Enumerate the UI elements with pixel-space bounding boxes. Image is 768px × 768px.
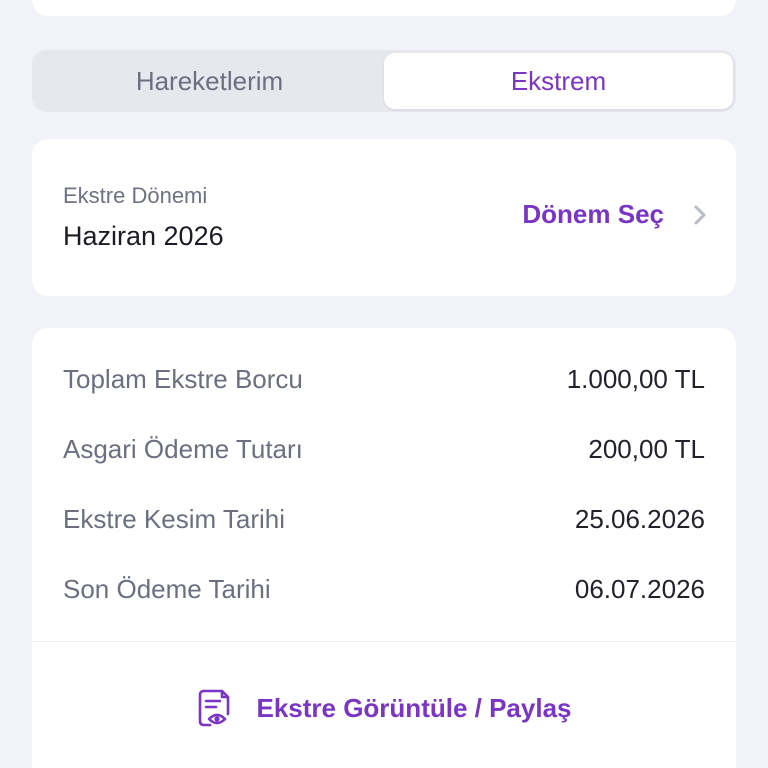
- top-card: [32, 0, 736, 16]
- statement-date-value: 25.06.2026: [574, 503, 705, 534]
- period-label: Ekstre Dönemi: [63, 183, 208, 208]
- summary-row: Asgari Ödeme Tutarı 200,00 TL: [63, 431, 705, 467]
- divider: [32, 641, 736, 642]
- due-date-label: Son Ödeme Tarihi: [63, 573, 271, 604]
- summary-row: Ekstre Kesim Tarihi 25.06.2026: [63, 501, 705, 537]
- summary-row: Toplam Ekstre Borcu 1.000,00 TL: [63, 361, 705, 397]
- minimum-payment-value: 200,00 TL: [588, 433, 705, 464]
- tab-ekstrem[interactable]: Ekstrem: [384, 53, 733, 109]
- minimum-payment-label: Asgari Ödeme Tutarı: [63, 433, 303, 464]
- chevron-right-icon: [694, 205, 706, 224]
- tab-hareketlerim[interactable]: Hareketlerim: [35, 53, 384, 109]
- due-date-value: 06.07.2026: [574, 573, 705, 604]
- view-share-statement-label: Ekstre Görüntüle / Paylaş: [256, 692, 572, 723]
- select-period-label: Dönem Seç: [522, 199, 664, 229]
- total-debt-label: Toplam Ekstre Borcu: [63, 363, 303, 394]
- statement-summary-card: Toplam Ekstre Borcu 1.000,00 TL Asgari Ö…: [32, 328, 736, 768]
- statement-date-label: Ekstre Kesim Tarihi: [63, 503, 286, 534]
- summary-row: Son Ödeme Tarihi 06.07.2026: [63, 571, 705, 607]
- statement-view-icon: [199, 689, 230, 727]
- period-value: Haziran 2026: [63, 221, 224, 251]
- total-debt-value: 1.000,00 TL: [566, 363, 705, 394]
- tab-switcher: Hareketlerim Ekstrem: [32, 50, 736, 112]
- statement-screen: Hareketlerim Ekstrem Ekstre Dönemi Hazir…: [0, 0, 768, 768]
- statement-period-card: Ekstre Dönemi Haziran 2026 Dönem Seç: [32, 139, 736, 296]
- select-period-button[interactable]: Dönem Seç: [522, 199, 708, 230]
- view-share-statement-button[interactable]: Ekstre Görüntüle / Paylaş: [32, 683, 736, 733]
